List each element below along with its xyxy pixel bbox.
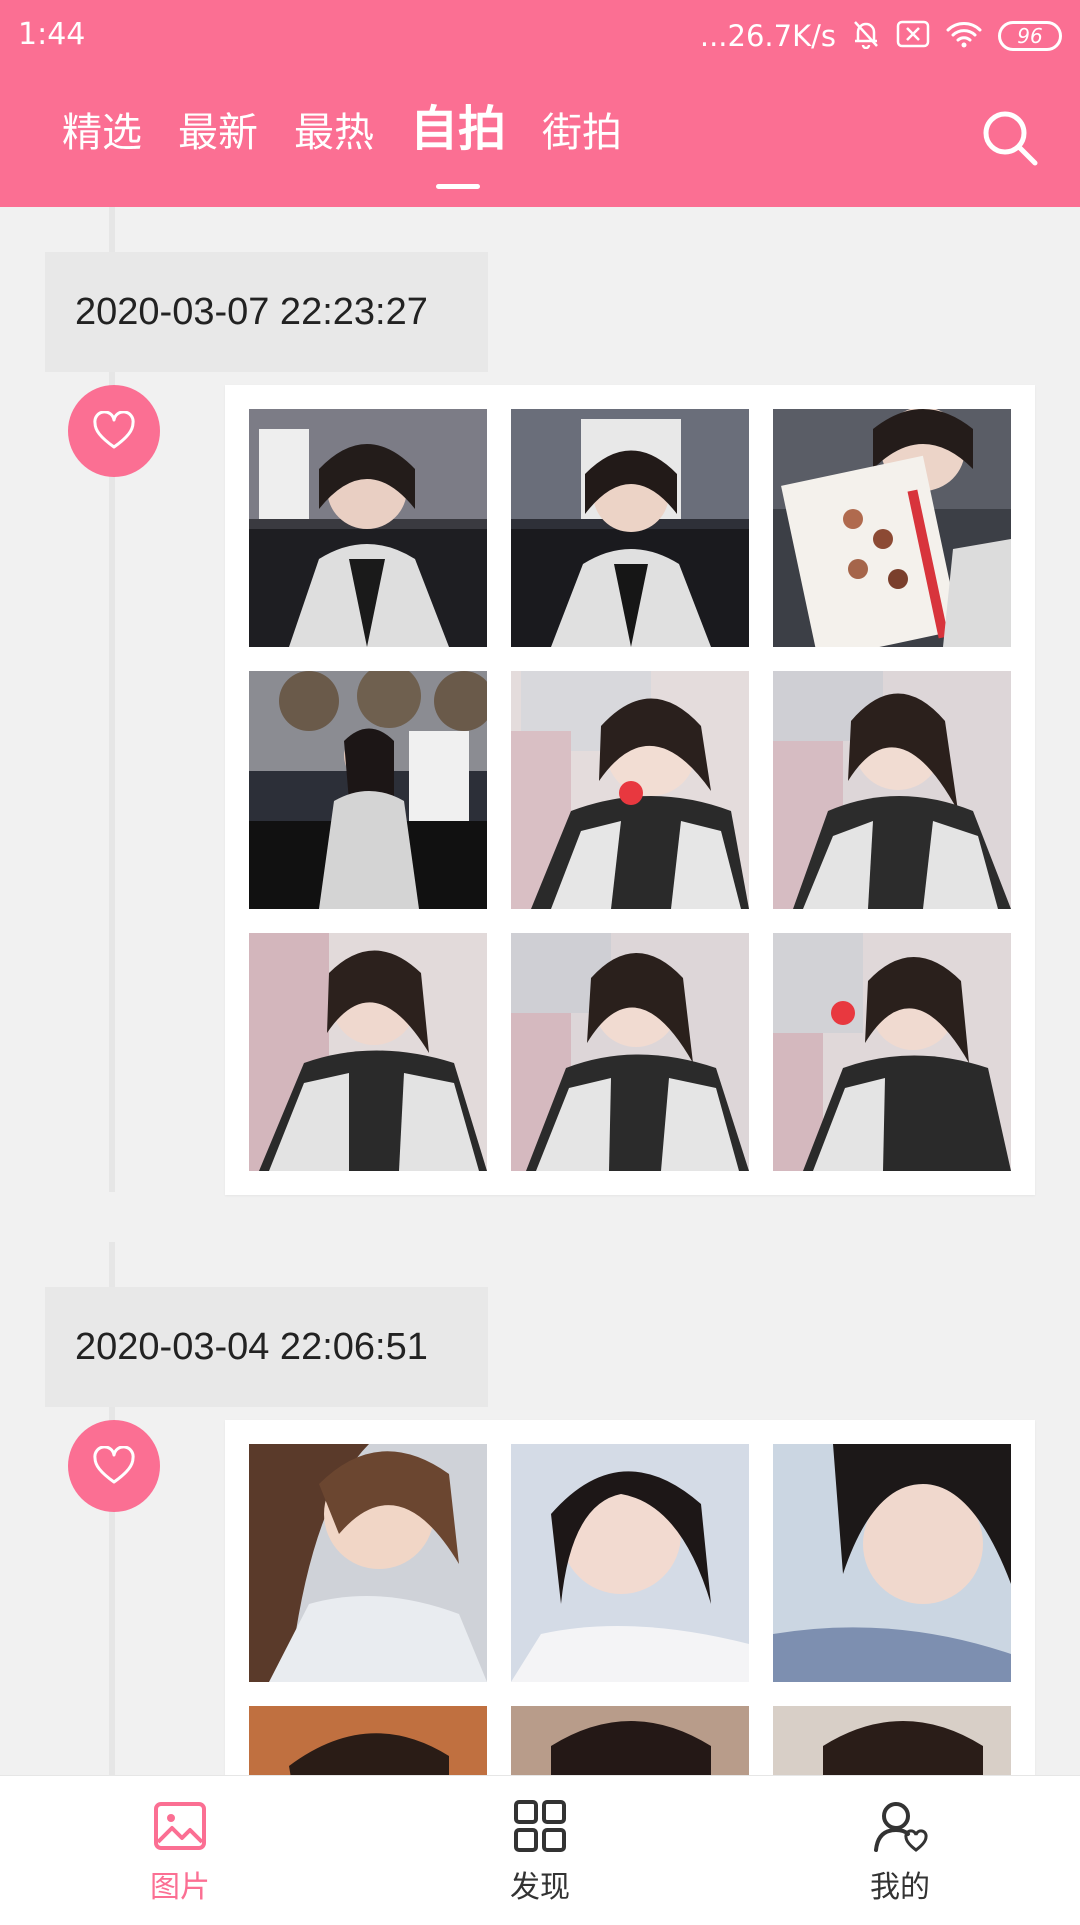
photo-grid xyxy=(249,409,1011,1171)
network-speed: ...26.7K/s xyxy=(699,19,836,53)
like-button[interactable] xyxy=(68,385,160,477)
search-button[interactable] xyxy=(980,108,1040,168)
status-time: 1:44 xyxy=(18,17,86,52)
photo-card xyxy=(225,1420,1035,1775)
status-bar: 1:44 ...26.7K/s 96 xyxy=(0,0,1080,72)
category-tabs: 精选 最新 最热 自拍 街拍 xyxy=(62,105,622,153)
tab-newest[interactable]: 最新 xyxy=(178,113,258,153)
photo-thumbnail[interactable] xyxy=(511,933,749,1171)
photo-thumbnail[interactable] xyxy=(773,409,1011,647)
feed-content[interactable]: 2020-03-07 22:23:27 2020-03-04 22:06:51 xyxy=(0,207,1080,1775)
image-icon xyxy=(154,1802,206,1850)
tab-selfie[interactable]: 自拍 xyxy=(410,105,506,153)
photo-thumbnail[interactable] xyxy=(773,933,1011,1171)
nav-item-mine[interactable]: 我的 xyxy=(720,1776,1080,1925)
heart-icon xyxy=(93,1446,135,1484)
tab-hottest[interactable]: 最热 xyxy=(294,113,374,153)
photo-thumbnail[interactable] xyxy=(249,409,487,647)
photo-thumbnail[interactable] xyxy=(249,933,487,1171)
bottom-navigation: 图片 发现 我的 xyxy=(0,1775,1080,1925)
post-date: 2020-03-07 22:23:27 xyxy=(45,252,488,372)
post-date: 2020-03-04 22:06:51 xyxy=(45,1287,488,1407)
nav-item-discover[interactable]: 发现 xyxy=(360,1776,720,1925)
heart-icon xyxy=(93,411,135,449)
battery-indicator: 96 xyxy=(998,21,1062,51)
status-icons: ...26.7K/s 96 xyxy=(700,16,1062,56)
search-icon xyxy=(983,111,1038,166)
nav-label: 我的 xyxy=(870,1870,930,1905)
tab-featured[interactable]: 精选 xyxy=(62,113,142,153)
photo-thumbnail[interactable] xyxy=(249,1706,487,1775)
photo-grid xyxy=(249,1444,1011,1682)
tab-street[interactable]: 街拍 xyxy=(542,113,622,153)
photo-grid xyxy=(249,1706,1011,1775)
grid-icon xyxy=(514,1800,566,1852)
photo-thumbnail[interactable] xyxy=(511,409,749,647)
nav-label: 发现 xyxy=(510,1870,570,1905)
photo-thumbnail[interactable] xyxy=(773,1706,1011,1775)
mute-bell-icon xyxy=(852,19,880,53)
sim-x-icon xyxy=(896,20,930,52)
nav-label: 图片 xyxy=(150,1870,210,1905)
photo-thumbnail[interactable] xyxy=(511,1444,749,1682)
nav-item-pictures[interactable]: 图片 xyxy=(0,1776,360,1925)
photo-thumbnail[interactable] xyxy=(511,1706,749,1775)
user-heart-icon xyxy=(874,1802,928,1852)
photo-thumbnail[interactable] xyxy=(773,671,1011,909)
photo-thumbnail[interactable] xyxy=(249,671,487,909)
photo-card xyxy=(225,385,1035,1195)
wifi-icon xyxy=(946,20,982,52)
photo-thumbnail[interactable] xyxy=(773,1444,1011,1682)
photo-thumbnail[interactable] xyxy=(249,1444,487,1682)
photo-thumbnail[interactable] xyxy=(511,671,749,909)
top-header: 1:44 ...26.7K/s 96 精选 最新 最热 自拍 街拍 xyxy=(0,0,1080,207)
like-button[interactable] xyxy=(68,1420,160,1512)
